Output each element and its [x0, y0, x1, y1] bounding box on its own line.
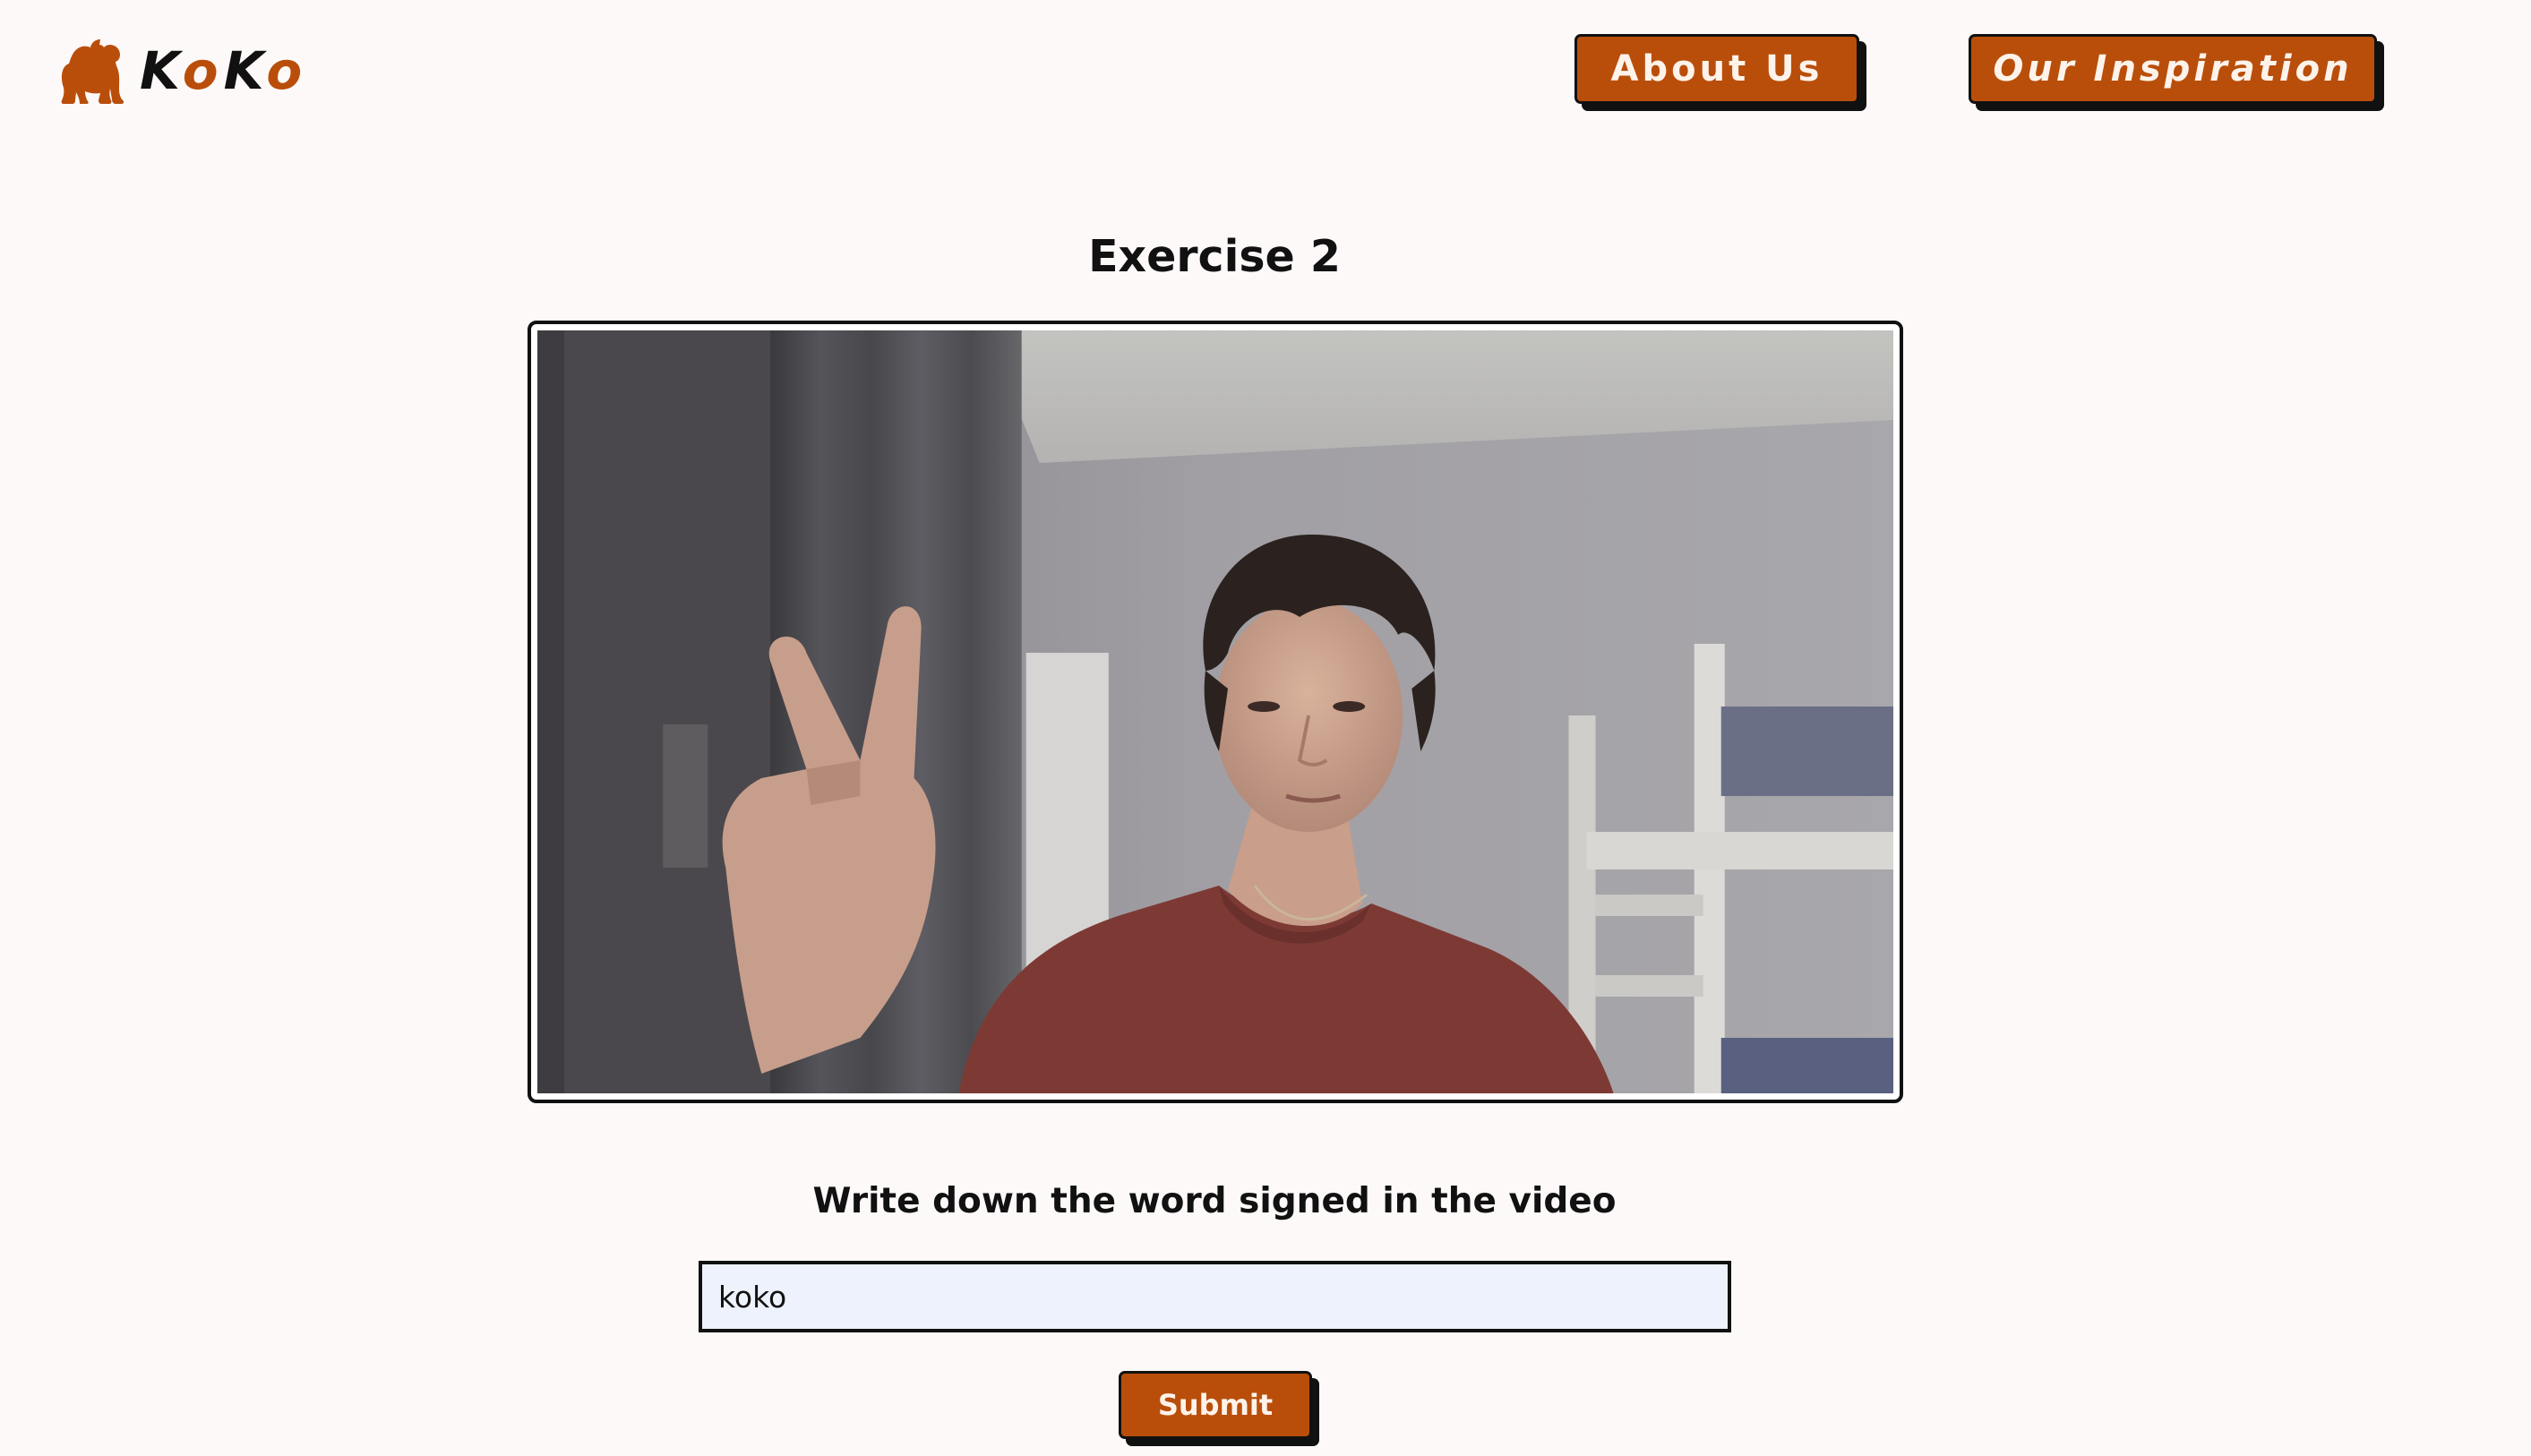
gorilla-icon: [61, 39, 124, 104]
submit-button[interactable]: Submit: [1119, 1371, 1312, 1439]
page-title: Exercise 2: [1088, 231, 1341, 282]
brand-name-part-3: K: [223, 40, 267, 101]
video-player[interactable]: [537, 330, 1893, 1093]
our-inspiration-button[interactable]: Our Inspiration: [1969, 34, 2377, 104]
logo[interactable]: KoKo: [54, 30, 307, 111]
brand-name-part-1: K: [140, 40, 183, 101]
exercise-prompt: Write down the word signed in the video: [812, 1181, 1617, 1221]
about-us-button[interactable]: About Us: [1574, 34, 1859, 104]
video-frame: [528, 321, 1903, 1103]
brand-name-part-2: o: [182, 40, 224, 101]
answer-input[interactable]: [699, 1261, 1731, 1332]
brand-name: KoKo: [140, 45, 307, 97]
brand-name-part-4: o: [266, 40, 308, 101]
video-frame-image: [537, 330, 1893, 1093]
